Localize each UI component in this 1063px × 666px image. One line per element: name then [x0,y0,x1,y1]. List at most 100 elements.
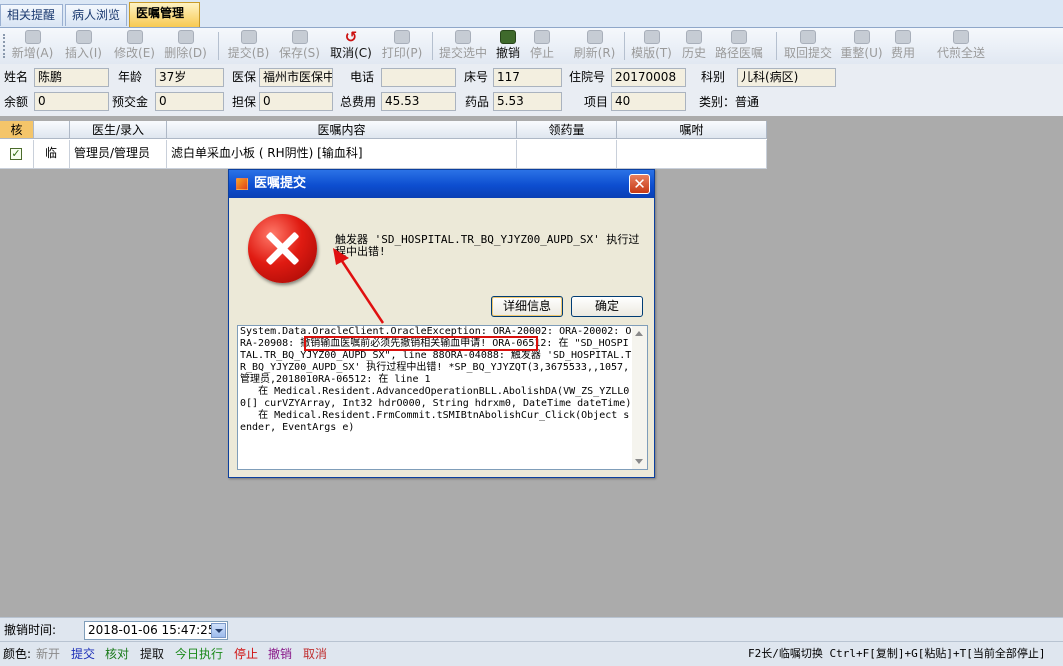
cancel-icon: ↺ [344,28,358,46]
revoke-button[interactable]: 撤销 [493,30,523,62]
dept-field[interactable]: 儿科(病区) [737,68,836,87]
toolbar-grip[interactable] [3,34,8,58]
close-button[interactable]: ✕ [629,174,650,194]
edit-button[interactable]: 修改(E) [112,30,157,62]
checkbox-checked-icon[interactable]: ✓ [10,148,22,160]
total-fee-field[interactable]: 45.53 [381,92,456,111]
admission-field[interactable]: 20170008 [611,68,686,87]
drug-fee-label: 药品 [465,95,490,109]
legend-stopped: 停止 [234,647,259,661]
admission-label: 住院号 [569,70,606,84]
insurance-field[interactable]: 福州市医保中 [259,68,333,87]
row-instruction-cell[interactable] [617,140,767,169]
dialog-title: 医嘱提交 [254,176,307,191]
row-content-cell[interactable]: 滤白单采血小板 ( RH阴性) [输血科] [167,140,517,169]
cancel-time-picker[interactable]: 2018-01-06 15:47:25 [84,621,228,640]
save-icon [291,30,308,44]
guarantee-field[interactable]: 0 [259,92,333,111]
decoct-send-button[interactable]: 代煎全送 [935,30,987,62]
column-header-content[interactable]: 医嘱内容 [167,121,517,139]
template-button[interactable]: 模版(T) [629,30,674,62]
column-header-check[interactable]: 核 [0,121,34,139]
age-field[interactable]: 37岁 [155,68,224,87]
history-button[interactable]: 历史 [680,30,708,62]
cancel-time-bar: 撤销时间: 2018-01-06 15:47:25 [0,617,1063,642]
error-detail-textbox[interactable]: System.Data.OracleClient.OracleException… [237,325,648,470]
bed-field[interactable]: 117 [493,68,562,87]
close-icon: ✕ [633,175,646,193]
insurance-label: 医保 [232,70,257,84]
cancel-button[interactable]: ↺ 取消(C) [328,30,374,62]
toolbar-separator [218,32,219,60]
add-icon [24,30,41,44]
legend-extracted: 提取 [140,647,165,661]
app-icon [236,178,248,190]
stop-button[interactable]: 停止 [527,30,557,62]
dialog-titlebar[interactable]: 医嘱提交 ✕ [229,170,654,198]
order-grid: 核 医生/录入 医嘱内容 领药量 嘱咐 ✓ 临 管理员/管理员 滤白单采血小板 … [0,121,767,169]
legend-new: 新开 [36,647,61,661]
tab-order-management[interactable]: 医嘱管理 [129,2,200,27]
column-header-type[interactable] [34,121,70,139]
pathway-order-button[interactable]: 路径医嘱 [713,30,765,62]
toolbar-separator [432,32,433,60]
deposit-field[interactable]: 0 [155,92,224,111]
name-label: 姓名 [4,70,29,84]
history-icon [686,30,702,44]
row-quantity-cell[interactable] [517,140,617,169]
submit-button[interactable]: 提交(B) [226,30,271,62]
error-message: 触发器 'SD_HOSPITAL.TR_BQ_YJYZ00_AUPD_SX' 执… [335,233,640,258]
refresh-button[interactable]: 刷新(R) [572,30,617,62]
tab-reminders[interactable]: 相关提醒 [0,4,63,26]
details-button[interactable]: 详细信息 [491,296,563,317]
scroll-down-icon[interactable] [635,459,643,464]
template-icon [643,30,660,44]
retrieve-submit-button[interactable]: 取回提交 [782,30,834,62]
order-submit-dialog: 医嘱提交 ✕ 触发器 'SD_HOSPITAL.TR_BQ_YJYZ00_AUP… [228,169,655,478]
submit-selected-button[interactable]: 提交选中 [437,30,489,62]
age-label: 年龄 [118,70,143,84]
category-text: 类别：普通 [699,95,760,109]
cancel-time-value: 2018-01-06 15:47:25 [88,623,216,637]
balance-field[interactable]: 0 [34,92,109,111]
row-type-cell[interactable]: 临 [34,140,70,169]
dept-label: 科别 [701,70,726,84]
insert-button[interactable]: 插入(I) [61,30,106,62]
patient-info-panel: 姓名 陈鹏 年龄 37岁 医保 福州市医保中 电话 床号 117 住院号 201… [0,64,1063,116]
legend-submitted: 提交 [71,647,96,661]
column-header-doctor[interactable]: 医生/录入 [70,121,167,139]
bed-label: 床号 [464,70,489,84]
chevron-down-icon[interactable] [211,623,226,638]
decoct-icon [953,30,969,44]
guarantee-label: 担保 [232,95,257,109]
item-fee-field[interactable]: 40 [611,92,686,111]
column-header-instruction[interactable]: 嘱咐 [617,121,767,139]
legend-verified: 核对 [105,647,130,661]
name-field[interactable]: 陈鹏 [34,68,109,87]
tab-patient-browse[interactable]: 病人浏览 [65,4,127,26]
ok-button[interactable]: 确定 [571,296,643,317]
row-doctor-cell[interactable]: 管理员/管理员 [70,140,167,169]
add-button[interactable]: 新增(A) [10,30,55,62]
print-button[interactable]: 打印(P) [379,30,425,62]
scroll-up-icon[interactable] [635,331,643,336]
reorganize-button[interactable]: 重整(U) [839,30,884,62]
fee-icon [895,30,911,44]
legend-cancelled: 取消 [303,647,328,661]
save-button[interactable]: 保存(S) [277,30,322,62]
row-check-cell[interactable]: ✓ [0,140,34,169]
cancel-time-label: 撤销时间: [4,623,57,637]
color-legend-label: 颜色: [3,647,32,661]
pathway-icon [731,30,747,44]
drug-fee-field[interactable]: 5.53 [493,92,562,111]
toolbar: 新增(A) 插入(I) 修改(E) 删除(D) 提交(B) 保存(S) ↺ 取消(… [0,28,1063,65]
retrieve-icon [800,30,816,44]
column-header-quantity[interactable]: 领药量 [517,121,617,139]
detail-scrollbar[interactable] [632,326,647,469]
phone-field[interactable] [381,68,456,87]
edit-icon [126,30,143,44]
delete-button[interactable]: 删除(D) [163,30,208,62]
print-icon [394,30,410,44]
fee-button[interactable]: 费用 [889,30,917,62]
total-fee-label: 总费用 [340,95,377,109]
